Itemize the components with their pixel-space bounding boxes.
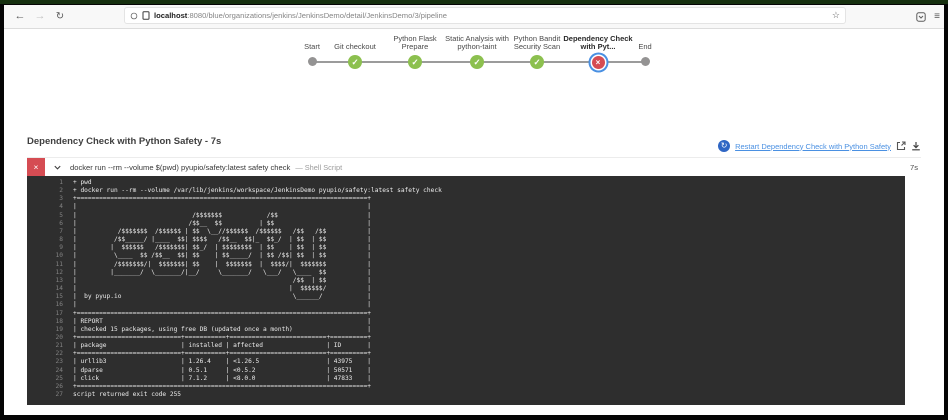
- stage-node-success[interactable]: ✓: [408, 55, 422, 69]
- shield-icon[interactable]: [130, 12, 138, 20]
- page-info-icon[interactable]: [142, 11, 150, 20]
- pipeline-graph: Start Git checkout ✓ Python Flask Prepar…: [295, 32, 655, 78]
- toolbar-right: ≡: [916, 5, 940, 28]
- stage-node-success[interactable]: ✓: [348, 55, 362, 69]
- step-actions: ↻ Restart Dependency Check with Python S…: [716, 140, 921, 152]
- restart-icon[interactable]: ↻: [718, 140, 731, 152]
- open-in-new-window-icon[interactable]: [896, 141, 906, 151]
- reload-icon: ↻: [55, 11, 65, 22]
- stage-node-failure-selected[interactable]: ×: [591, 55, 605, 69]
- console-line-numbers: 1 2 3 4 5 6 7 8 9 10 11 12 13 14 15 16 1…: [55, 179, 63, 399]
- forward-button[interactable]: →: [32, 5, 48, 28]
- screenshot-frame: ← → ↻ localhost:8080/blue/organizations/…: [0, 0, 948, 420]
- stage-node-end[interactable]: [640, 57, 650, 66]
- stage-node-success[interactable]: ✓: [530, 55, 544, 69]
- console-output: + pwd + docker run --rm --volume /var/li…: [73, 179, 442, 399]
- back-button[interactable]: ←: [12, 5, 28, 28]
- check-icon: ✓: [473, 57, 481, 67]
- cross-icon: ×: [595, 57, 601, 67]
- url-text: localhost:8080/blue/organizations/jenkin…: [154, 11, 828, 20]
- chevron-down-icon[interactable]: [53, 163, 62, 172]
- browser-toolbar: ← → ↻ localhost:8080/blue/organizations/…: [4, 5, 944, 29]
- check-icon: ✓: [411, 57, 419, 67]
- step-title: Dependency Check with Python Safety - 7s: [27, 136, 222, 147]
- restart-step-link[interactable]: Restart Dependency Check with Python Saf…: [735, 142, 891, 151]
- frame-top-edge: [0, 0, 948, 4]
- step-failure-badge: ×: [27, 158, 45, 176]
- stage-node-success[interactable]: ✓: [470, 55, 484, 69]
- menu-icon[interactable]: ≡: [934, 11, 940, 22]
- bookmark-star-icon[interactable]: ☆: [832, 10, 840, 21]
- url-bar[interactable]: localhost:8080/blue/organizations/jenkin…: [124, 7, 846, 24]
- url-host: localhost: [154, 11, 188, 20]
- stage-node-start[interactable]: [307, 57, 317, 66]
- cross-icon: ×: [33, 162, 39, 172]
- step-command: docker run --rm --volume $(pwd) pyupio/s…: [70, 162, 291, 172]
- console-log: 1 2 3 4 5 6 7 8 9 10 11 12 13 14 15 16 1…: [27, 176, 905, 405]
- check-icon: ✓: [351, 57, 359, 67]
- step-header-row[interactable]: × docker run --rm --volume $(pwd) pyupio…: [27, 157, 921, 176]
- url-path: :8080/blue/organizations/jenkins/Jenkins…: [187, 11, 447, 20]
- pocket-icon[interactable]: [916, 11, 926, 22]
- back-icon: ←: [14, 10, 26, 22]
- pipeline-stage-end: End: [600, 32, 690, 66]
- reload-button[interactable]: ↻: [52, 5, 68, 28]
- step-duration: 7s: [909, 162, 918, 172]
- forward-icon: →: [34, 10, 46, 22]
- browser-window: ← → ↻ localhost:8080/blue/organizations/…: [4, 5, 944, 415]
- check-icon: ✓: [533, 57, 541, 67]
- download-log-icon[interactable]: [911, 141, 921, 151]
- step-script-type: — Shell Script: [295, 162, 343, 172]
- step-card: × docker run --rm --volume $(pwd) pyupio…: [27, 157, 921, 405]
- stage-label: End: [638, 42, 652, 52]
